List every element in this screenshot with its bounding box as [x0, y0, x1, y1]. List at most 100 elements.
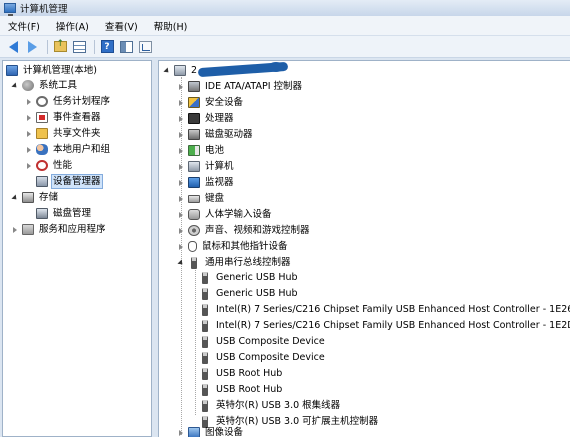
tree-item-local-users[interactable]: 本地用户和组	[25, 142, 111, 157]
usb-device-item[interactable]: Intel(R) 7 Series/C216 Chipset Family US…	[199, 318, 570, 333]
console-tree-pane[interactable]: 计算机管理(本地) 系统工具 任务计划程序 事件查看器 共享文件夹 本地用户和组…	[2, 60, 152, 437]
usb-device-item[interactable]: Generic USB Hub	[199, 270, 299, 285]
title-bar: 计算机管理	[0, 0, 570, 16]
device-category-hid[interactable]: 人体学输入设备	[177, 207, 273, 222]
device-tree-pane[interactable]: 2 IDE ATA/ATAPI 控制器 安全设备 处理器 磁盘驱动器 电池 计算…	[158, 60, 570, 437]
collapse-arrow-icon[interactable]	[177, 179, 185, 187]
properties-button[interactable]	[118, 39, 134, 55]
collapse-arrow-icon[interactable]	[177, 211, 185, 219]
help-icon: ?	[100, 40, 114, 53]
clock-icon	[36, 96, 48, 107]
computer-icon	[6, 65, 18, 76]
up-button[interactable]	[52, 39, 68, 55]
tree-item-system-tools[interactable]: 系统工具	[11, 78, 78, 93]
usb-device-item[interactable]: USB Composite Device	[199, 350, 326, 365]
computer-icon	[188, 161, 200, 172]
usb-device-item[interactable]: USB Root Hub	[199, 382, 283, 397]
device-tree-root[interactable]: 2	[163, 63, 198, 78]
device-category-processor[interactable]: 处理器	[177, 111, 235, 126]
usb-icon	[191, 256, 197, 269]
expand-arrow-icon[interactable]	[11, 82, 19, 90]
tree-item-performance[interactable]: 性能	[25, 158, 73, 173]
usb-device-item[interactable]: 英特尔(R) USB 3.0 根集线器	[199, 398, 341, 413]
device-category-usb[interactable]: 通用串行总线控制器	[177, 255, 292, 270]
usb-icon	[202, 271, 208, 284]
event-log-icon	[36, 112, 48, 123]
usb-icon	[202, 287, 208, 300]
forward-icon	[27, 40, 37, 53]
menu-action[interactable]: 操作(A)	[54, 18, 91, 34]
device-category-security[interactable]: 安全设备	[177, 95, 244, 110]
tree-item-root[interactable]: 计算机管理(本地)	[6, 63, 98, 78]
expand-arrow-icon[interactable]	[177, 259, 185, 267]
show-tree-icon	[72, 40, 86, 53]
collapse-arrow-icon[interactable]	[25, 130, 33, 138]
usb-icon	[202, 303, 208, 316]
collapse-arrow-icon[interactable]	[177, 195, 185, 203]
tree-item-disk-management[interactable]: 磁盘管理	[25, 206, 92, 221]
menu-bar: 文件(F) 操作(A) 查看(V) 帮助(H)	[0, 16, 570, 36]
device-category-ide[interactable]: IDE ATA/ATAPI 控制器	[177, 79, 303, 94]
collapse-arrow-icon[interactable]	[177, 99, 185, 107]
menu-help[interactable]: 帮助(H)	[152, 18, 190, 34]
window-title: 计算机管理	[20, 4, 68, 15]
device-category-battery[interactable]: 电池	[177, 143, 225, 158]
forward-button[interactable]	[24, 39, 40, 55]
monitor-icon	[188, 177, 200, 188]
usb-icon	[202, 383, 208, 396]
usb-icon	[202, 335, 208, 348]
device-category-sound[interactable]: 声音、视频和游戏控制器	[177, 223, 311, 238]
collapse-arrow-icon[interactable]	[25, 114, 33, 122]
collapse-arrow-icon[interactable]	[177, 227, 185, 235]
device-category-imaging[interactable]: 图像设备	[177, 425, 244, 437]
device-category-monitors[interactable]: 监视器	[177, 175, 235, 190]
usb-device-item[interactable]: Generic USB Hub	[199, 286, 299, 301]
usb-device-item[interactable]: USB Composite Device	[199, 334, 326, 349]
hid-icon	[188, 209, 200, 220]
mouse-icon	[188, 241, 197, 252]
device-category-disk-drives[interactable]: 磁盘驱动器	[177, 127, 254, 142]
collapse-arrow-icon[interactable]	[177, 115, 185, 123]
computer-icon	[174, 65, 186, 76]
collapse-arrow-icon[interactable]	[177, 429, 185, 437]
show-hide-tree-button[interactable]	[71, 39, 87, 55]
collapse-arrow-icon[interactable]	[25, 146, 33, 154]
menu-view[interactable]: 查看(V)	[103, 18, 140, 34]
toolbar-separator	[94, 39, 95, 54]
tree-item-storage[interactable]: 存储	[11, 190, 59, 205]
usb-device-item[interactable]: USB Root Hub	[199, 366, 283, 381]
collapse-arrow-icon[interactable]	[11, 226, 19, 234]
collapse-arrow-icon[interactable]	[177, 131, 185, 139]
help-button[interactable]: ?	[99, 39, 115, 55]
tree-item-task-scheduler[interactable]: 任务计划程序	[25, 94, 111, 109]
tools-icon	[22, 80, 34, 91]
tree-item-shared-folders[interactable]: 共享文件夹	[25, 126, 102, 141]
collapse-arrow-icon[interactable]	[177, 147, 185, 155]
tree-item-device-manager[interactable]: 设备管理器	[25, 174, 103, 189]
collapse-arrow-icon[interactable]	[177, 83, 185, 91]
ide-controller-icon	[188, 81, 200, 92]
collapse-arrow-icon[interactable]	[177, 243, 185, 251]
console-tree-button[interactable]	[137, 39, 153, 55]
processor-icon	[188, 113, 200, 124]
device-category-mice[interactable]: 鼠标和其他指针设备	[177, 239, 289, 254]
usb-device-item[interactable]: Intel(R) 7 Series/C216 Chipset Family US…	[199, 302, 570, 317]
security-device-icon	[188, 97, 200, 108]
collapse-arrow-icon[interactable]	[177, 163, 185, 171]
properties-icon	[119, 40, 133, 53]
computer-management-icon	[4, 3, 16, 16]
expand-arrow-icon[interactable]	[11, 194, 19, 202]
device-category-keyboards[interactable]: 键盘	[177, 191, 225, 206]
tree-item-services[interactable]: 服务和应用程序	[11, 222, 107, 237]
usb-icon	[202, 319, 208, 332]
usb-icon	[202, 399, 208, 412]
collapse-arrow-icon[interactable]	[25, 98, 33, 106]
back-button[interactable]	[5, 39, 21, 55]
tree-item-event-viewer[interactable]: 事件查看器	[25, 110, 102, 125]
collapse-arrow-icon[interactable]	[25, 162, 33, 170]
redaction-scribble	[198, 62, 292, 76]
expand-arrow-icon[interactable]	[163, 67, 171, 75]
menu-file[interactable]: 文件(F)	[6, 18, 42, 34]
device-category-computer[interactable]: 计算机	[177, 159, 235, 174]
disk-icon	[36, 208, 48, 219]
